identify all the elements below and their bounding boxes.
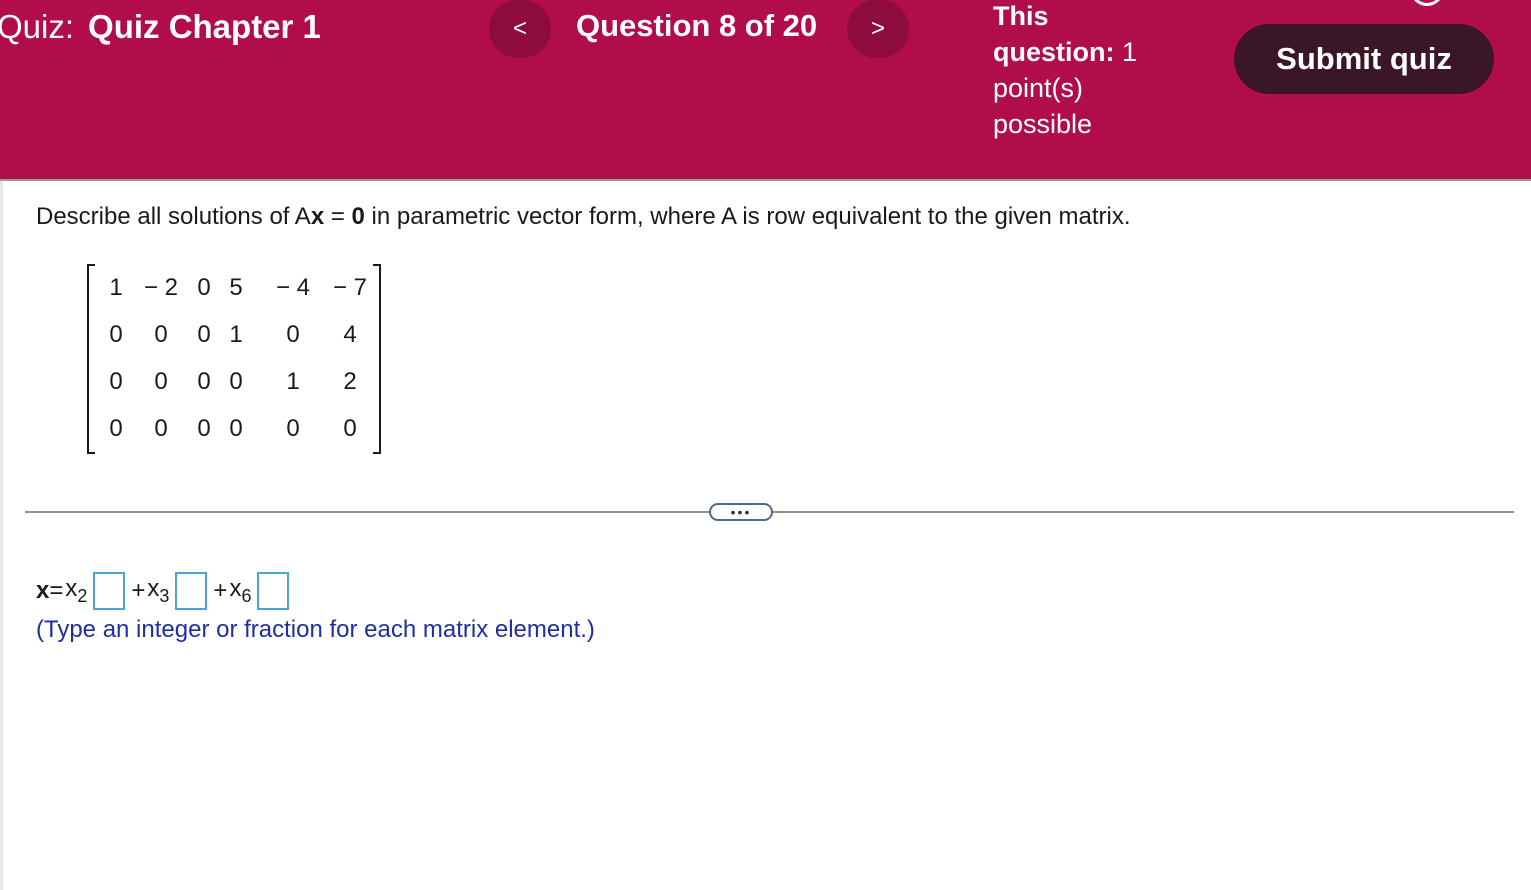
matrix-cell: − 7	[332, 274, 368, 301]
answer-plus: +	[131, 577, 146, 604]
variable-subscript: 6	[241, 586, 252, 606]
matrix-cell: 0	[109, 415, 123, 442]
content-left-border	[0, 181, 3, 890]
quiz-prefix: Quiz:	[0, 8, 75, 45]
points-value: 1	[1122, 37, 1138, 67]
points-possible: possible	[993, 109, 1093, 139]
variable-letter: x	[229, 575, 242, 602]
answer-vector-input-6[interactable]	[257, 572, 290, 610]
points-unit: point(s)	[993, 73, 1084, 103]
matrix-cell: 0	[229, 415, 243, 442]
matrix-cell: 0	[154, 368, 168, 395]
answer-variable: x6	[229, 575, 251, 607]
answer-eq: =	[49, 577, 64, 604]
answer-x: x	[36, 577, 50, 604]
chevron-right-icon: >	[870, 15, 885, 42]
matrix-cell: 0	[154, 321, 168, 348]
matrix-cell: 0	[286, 415, 300, 442]
matrix-left-bracket	[87, 264, 95, 454]
variable-subscript: 2	[77, 586, 88, 606]
answer-vector-input-2[interactable]	[93, 572, 126, 610]
points-this: This	[993, 1, 1049, 31]
matrix-cell: 1	[229, 321, 243, 348]
prompt-zero: 0	[351, 203, 365, 230]
answer-variable: x3	[147, 575, 169, 607]
matrix-cell: 1	[109, 274, 123, 301]
answer-variable: x2	[65, 575, 87, 607]
answer-row: x = x2 + x3 + x6	[36, 570, 295, 612]
previous-question-button[interactable]: <	[489, 0, 551, 58]
variable-subscript: 3	[159, 586, 170, 606]
matrix-cell: − 2	[143, 274, 179, 301]
points-question: question:	[993, 37, 1115, 67]
matrix-cell: 2	[343, 368, 357, 395]
answer-hint: (Type an integer or fraction for each ma…	[36, 616, 595, 643]
answer-vector-input-3[interactable]	[175, 572, 208, 610]
matrix-cell: 0	[343, 415, 357, 442]
coefficient-matrix: 1− 2 0 5− 4− 7000104000012000000	[87, 264, 381, 456]
matrix-cell: − 4	[275, 274, 311, 301]
matrix-cell: 0	[286, 321, 300, 348]
variable-letter: x	[147, 575, 160, 602]
matrix-cell: 5	[229, 274, 243, 301]
matrix-cell: 0	[154, 415, 168, 442]
chevron-left-icon: <	[512, 15, 527, 42]
prompt-before: Describe all solutions of A	[36, 203, 311, 230]
submit-quiz-button[interactable]: Submit quiz	[1234, 24, 1494, 94]
variable-letter: x	[65, 575, 78, 602]
answer-plus: +	[213, 577, 228, 604]
matrix-cell: 0	[109, 321, 123, 348]
prompt-x: x	[310, 203, 325, 230]
matrix-cell: 4	[343, 321, 357, 348]
prompt-after: in parametric vector form, where A is ro…	[364, 203, 1131, 230]
quiz-title: Quiz: Quiz Chapter 1	[0, 8, 321, 46]
question-counter: Question 8 of 20	[576, 8, 818, 43]
next-question-button[interactable]: >	[847, 0, 909, 58]
partial-icon	[1410, 0, 1444, 6]
matrix-cell: 0	[109, 368, 123, 395]
more-options-button[interactable]: •••	[709, 503, 773, 521]
prompt-eq: =	[324, 203, 352, 230]
question-prompt: Describe all solutions of Ax = 0 in para…	[36, 203, 1131, 231]
quiz-header: Quiz: Quiz Chapter 1 < Question 8 of 20 >…	[0, 0, 1531, 181]
quiz-name: Quiz Chapter 1	[88, 8, 321, 45]
matrix-cell: 0	[229, 368, 243, 395]
matrix-right-bracket	[373, 264, 381, 454]
matrix-cell: 1	[286, 368, 300, 395]
points-info: possible This question: 1 point(s) possi…	[993, 0, 1163, 142]
